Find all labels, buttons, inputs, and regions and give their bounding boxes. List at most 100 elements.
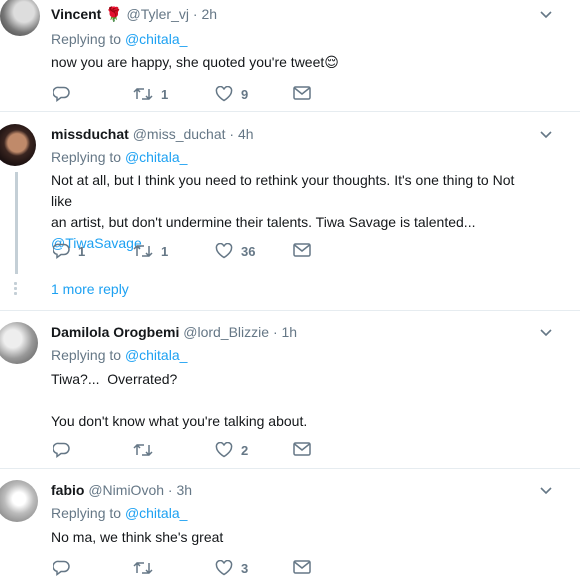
tweet-text-line: an artist, but don't undermine their tal… — [51, 214, 476, 230]
display-name[interactable]: Vincent — [51, 6, 101, 22]
tweet-missduchat[interactable]: missduchat @miss_duchat · 4h Replying to… — [0, 112, 580, 311]
tweet-header: Damilola Orogbemi @lord_Blizzie · 1h — [51, 323, 297, 341]
thread-line — [15, 172, 18, 274]
like-count: 9 — [241, 86, 249, 102]
retweet-button[interactable]: 1 — [133, 243, 168, 259]
tweet-text-line: Not at all, but I think you need to reth… — [51, 172, 515, 209]
relieved-emoji: 😌 — [324, 54, 339, 70]
message-button[interactable] — [293, 442, 311, 456]
reply-count: 1 — [78, 243, 86, 259]
retweet-icon — [133, 244, 153, 258]
replying-mention[interactable]: @chitala_ — [125, 149, 187, 165]
display-name[interactable]: fabio — [51, 482, 84, 498]
separator: · — [229, 126, 235, 142]
retweet-button[interactable] — [133, 442, 161, 458]
replying-to: Replying to @chitala_ — [51, 346, 187, 364]
tweet-damilola[interactable]: Damilola Orogbemi @lord_Blizzie · 1h Rep… — [0, 311, 580, 469]
timestamp[interactable]: 1h — [282, 324, 298, 340]
like-button[interactable]: 3 — [215, 560, 248, 576]
handle[interactable]: @miss_duchat — [133, 126, 226, 142]
separator: · — [167, 482, 173, 498]
tiwasavage-mention[interactable]: @TiwaSavage — [51, 233, 521, 254]
retweet-count: 1 — [161, 86, 169, 102]
message-icon — [293, 560, 311, 574]
chevron-down-icon[interactable] — [538, 127, 554, 143]
message-button[interactable] — [293, 560, 311, 574]
like-icon — [215, 243, 233, 259]
tweet-header: Vincent 🌹 @Tyler_vj · 2h — [51, 5, 217, 23]
message-icon — [293, 442, 311, 456]
replying-to: Replying to @chitala_ — [51, 148, 187, 166]
thread-dots — [14, 282, 17, 297]
tweet-text-content: No ma, we think she's great — [51, 529, 224, 545]
timestamp[interactable]: 3h — [176, 482, 192, 498]
avatar[interactable] — [0, 322, 38, 364]
timestamp[interactable]: 2h — [201, 6, 217, 22]
chevron-down-icon[interactable] — [538, 325, 554, 341]
show-more-replies-link[interactable]: 1 more reply — [51, 280, 129, 298]
like-count: 2 — [241, 442, 249, 458]
replying-mention[interactable]: @chitala_ — [125, 505, 187, 521]
chevron-down-icon[interactable] — [538, 483, 554, 499]
like-button[interactable]: 2 — [215, 442, 248, 458]
handle[interactable]: @lord_Blizzie — [183, 324, 269, 340]
message-button[interactable] — [293, 86, 311, 100]
retweet-button[interactable]: 1 — [133, 86, 168, 102]
message-icon — [293, 243, 311, 257]
avatar[interactable] — [0, 124, 36, 166]
tweet-text: Tiwa?... Overrated? You don't know what … — [51, 369, 501, 432]
tweet-text: now you are happy, she quoted you're twe… — [51, 52, 501, 73]
replying-mention[interactable]: @chitala_ — [125, 347, 187, 363]
replying-label: Replying to — [51, 31, 122, 47]
reply-button[interactable]: 1 — [53, 243, 85, 259]
timestamp[interactable]: 4h — [238, 126, 254, 142]
replying-label: Replying to — [51, 347, 122, 363]
tweet-text: No ma, we think she's great — [51, 527, 501, 548]
reply-icon — [53, 442, 70, 458]
replying-label: Replying to — [51, 149, 122, 165]
display-name[interactable]: Damilola Orogbemi — [51, 324, 179, 340]
like-icon — [215, 560, 233, 576]
chevron-down-icon[interactable] — [538, 7, 554, 23]
rose-emoji: 🌹 — [105, 6, 123, 22]
message-icon — [293, 86, 311, 100]
like-count: 36 — [241, 243, 256, 259]
like-icon — [215, 86, 233, 102]
tweet-fabio[interactable]: fabio @NimiOvoh · 3h Replying to @chital… — [0, 469, 580, 581]
tweet-text: Not at all, but I think you need to reth… — [51, 170, 521, 254]
tweet-text-content: now you are happy, she quoted you're twe… — [51, 54, 325, 70]
like-button[interactable]: 36 — [215, 243, 255, 259]
avatar[interactable] — [0, 0, 40, 36]
reply-button[interactable] — [53, 560, 78, 576]
like-button[interactable]: 9 — [215, 86, 248, 102]
retweet-icon — [133, 87, 153, 101]
handle[interactable]: @Tyler_vj — [127, 6, 189, 22]
reply-icon — [53, 243, 70, 259]
tweet-header: missduchat @miss_duchat · 4h — [51, 125, 254, 143]
message-button[interactable] — [293, 243, 311, 257]
reply-button[interactable] — [53, 442, 78, 458]
tweet-text-line: Tiwa?... Overrated? — [51, 371, 178, 387]
retweet-button[interactable] — [133, 560, 161, 576]
display-name[interactable]: missduchat — [51, 126, 129, 142]
retweet-icon — [133, 561, 153, 575]
reply-button[interactable] — [53, 86, 78, 102]
reply-icon — [53, 86, 70, 102]
avatar[interactable] — [0, 480, 38, 522]
replying-to: Replying to @chitala_ — [51, 504, 187, 522]
handle[interactable]: @NimiOvoh — [88, 482, 164, 498]
retweet-icon — [133, 443, 153, 457]
like-count: 3 — [241, 560, 249, 576]
like-icon — [215, 442, 233, 458]
tweet-vincent[interactable]: Vincent 🌹 @Tyler_vj · 2h Replying to @ch… — [0, 0, 580, 112]
tweet-header: fabio @NimiOvoh · 3h — [51, 481, 192, 499]
separator: · — [272, 324, 278, 340]
separator: · — [192, 6, 198, 22]
replying-mention[interactable]: @chitala_ — [125, 31, 187, 47]
tweet-text-line: You don't know what you're talking about… — [51, 413, 308, 429]
reply-icon — [53, 560, 70, 576]
replying-label: Replying to — [51, 505, 122, 521]
retweet-count: 1 — [161, 243, 169, 259]
replying-to: Replying to @chitala_ — [51, 30, 187, 48]
